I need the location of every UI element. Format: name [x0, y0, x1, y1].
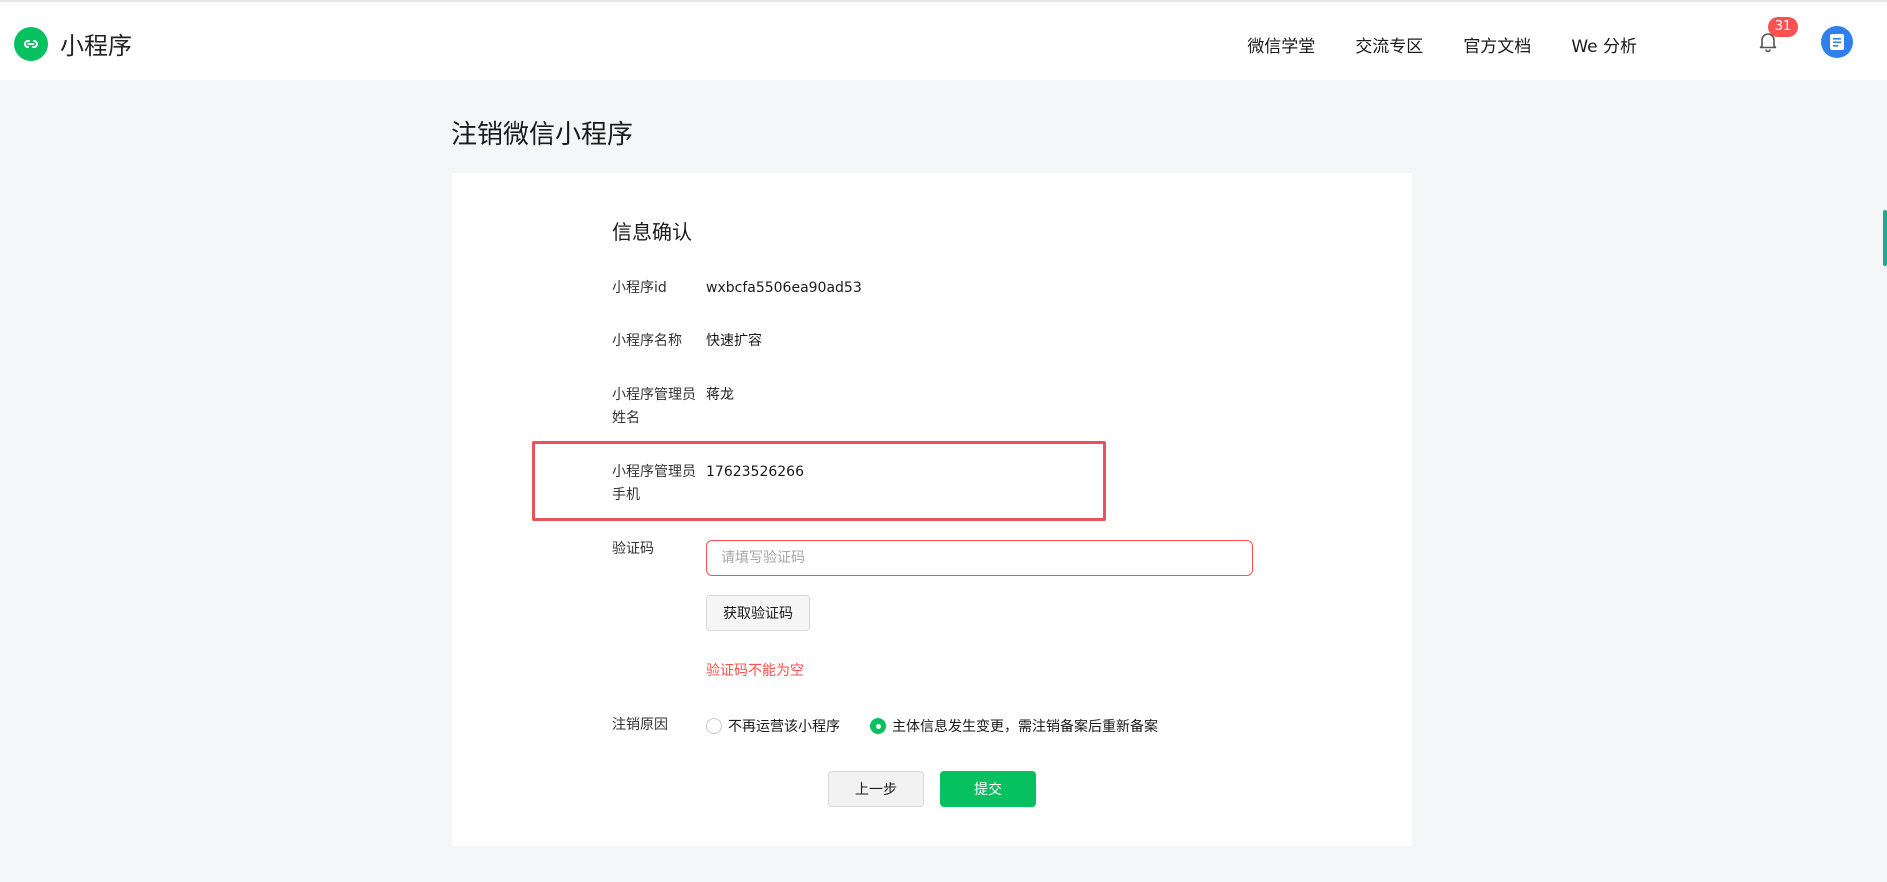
nav-item-wechat-academy[interactable]: 微信学堂	[1247, 32, 1315, 57]
cancel-reason-radio-group: 不再运营该小程序 主体信息发生变更，需注销备案后重新备案	[706, 716, 1158, 736]
miniprogram-id-value: wxbcfa5506ea90ad53	[706, 280, 862, 296]
verification-code-input[interactable]	[706, 540, 1253, 576]
submit-button[interactable]: 提交	[940, 771, 1036, 807]
highlight-annotation-box	[532, 441, 1106, 521]
verification-code-label: 验证码	[612, 541, 654, 557]
section-title: 信息确认	[612, 220, 692, 244]
reason-option-label: 主体信息发生变更，需注销备案后重新备案	[892, 719, 1158, 735]
nav-item-official-docs[interactable]: 官方文档	[1463, 32, 1531, 57]
miniprogram-name-value: 快速扩容	[706, 333, 762, 349]
cancel-reason-label: 注销原因	[612, 717, 668, 733]
user-avatar[interactable]	[1821, 26, 1853, 58]
miniprogram-logo-icon	[14, 26, 48, 61]
brand[interactable]: 小程序	[14, 26, 132, 61]
previous-step-button[interactable]: 上一步	[828, 771, 924, 807]
nav-item-community[interactable]: 交流专区	[1355, 32, 1423, 57]
admin-name-value: 蒋龙	[706, 387, 734, 403]
radio-checked-icon[interactable]	[870, 718, 886, 734]
top-nav: 微信学堂 交流专区 官方文档 We 分析	[1247, 32, 1637, 57]
miniprogram-id-label: 小程序id	[612, 280, 667, 296]
reason-option-label: 不再运营该小程序	[728, 719, 840, 735]
get-verification-code-button[interactable]: 获取验证码	[706, 595, 810, 631]
edge-scroll-handle[interactable]	[1883, 210, 1887, 266]
reason-option-entity-changed[interactable]: 主体信息发生变更，需注销备案后重新备案	[870, 716, 1158, 736]
page-title: 注销微信小程序	[451, 120, 634, 150]
admin-name-label: 小程序管理员姓名	[612, 387, 696, 426]
top-navigation-bar: 小程序 微信学堂 交流专区 官方文档 We 分析	[0, 0, 1887, 80]
radio-unchecked-icon[interactable]	[706, 718, 722, 734]
verification-code-error: 验证码不能为空	[706, 663, 804, 679]
reason-option-stop-operating[interactable]: 不再运营该小程序	[706, 716, 840, 736]
notification-badge: 31	[1768, 17, 1798, 37]
brand-name: 小程序	[60, 32, 132, 60]
nav-item-we-analytics[interactable]: We 分析	[1571, 32, 1637, 57]
document-avatar-icon	[1830, 34, 1844, 50]
miniprogram-name-label: 小程序名称	[612, 333, 682, 349]
